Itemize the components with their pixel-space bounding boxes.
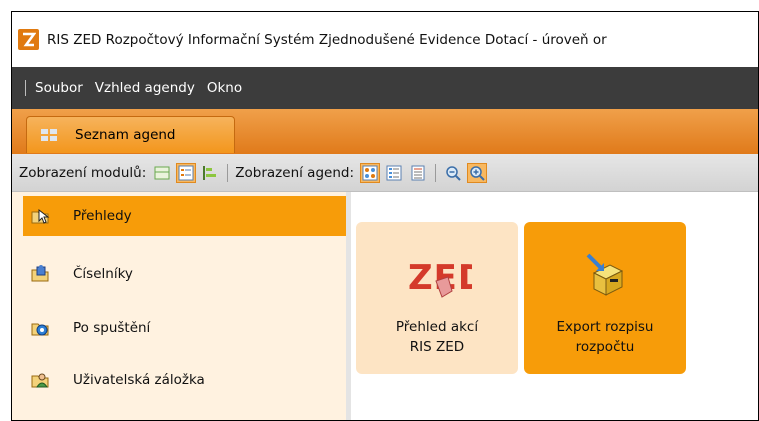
tab-strip: Seznam agend: [12, 109, 758, 154]
folder-gear-icon: [29, 317, 51, 339]
agendas-view-label: Zobrazení agend:: [235, 164, 354, 181]
sidebar-item-label: Přehledy: [73, 208, 132, 224]
menu-item-soubor[interactable]: Soubor: [35, 80, 83, 96]
single-view-icon[interactable]: [152, 163, 172, 183]
module-sidebar: Přehledy Číselníky Po spuštění Uživatels…: [12, 192, 346, 420]
folder-user-icon: [29, 369, 51, 391]
sidebar-item-uzivatelska-zalozka[interactable]: Uživatelská záložka: [23, 360, 346, 400]
list-view-icon[interactable]: [176, 162, 197, 183]
main-content: Přehledy Číselníky Po spuštění Uživatels…: [12, 192, 758, 420]
tile-label-line: Export rozpisu: [556, 319, 654, 335]
detail-list-icon[interactable]: [384, 163, 404, 183]
modules-view-label: Zobrazení modulů:: [19, 164, 147, 181]
zoom-out-icon[interactable]: [443, 163, 463, 183]
app-window: RIS ZED Rozpočtový Informační Systém Zje…: [11, 11, 759, 421]
menu-bar: Soubor Vzhled agendy Okno: [12, 67, 758, 109]
sidebar-item-po-spusteni[interactable]: Po spuštění: [23, 308, 346, 348]
large-icons-icon[interactable]: [360, 162, 380, 183]
sidebar-item-ciselniky[interactable]: Číselníky: [23, 254, 346, 294]
menu-separator: [25, 80, 26, 96]
sidebar-item-label: Po spuštění: [73, 320, 151, 336]
sidebar-item-label: Uživatelská záložka: [73, 372, 205, 388]
panel-splitter[interactable]: [346, 192, 351, 420]
toolbar-separator: [435, 163, 436, 182]
zed-logo-icon: ZED: [402, 246, 472, 306]
app-logo-icon: [18, 29, 39, 50]
tab-label: Seznam agend: [75, 127, 176, 143]
tile-label: Export rozpisu rozpočtu: [535, 317, 675, 357]
bar-view-icon[interactable]: [200, 163, 220, 183]
folder-puzzle-icon: [29, 263, 51, 285]
menu-item-vzhled-agendy[interactable]: Vzhled agendy: [95, 80, 195, 96]
window-title: RIS ZED Rozpočtový Informační Systém Zje…: [47, 31, 607, 48]
view-toolbar: Zobrazení modulů: Zobrazení agend:: [12, 154, 758, 192]
tile-export-rozpisu[interactable]: Export rozpisu rozpočtu: [524, 222, 686, 374]
small-list-icon[interactable]: [408, 163, 428, 183]
sidebar-item-label: Číselníky: [73, 266, 133, 282]
cursor-folder-icon: [29, 205, 51, 227]
sidebar-item-prehledy[interactable]: Přehledy: [23, 196, 346, 236]
toolbar-separator: [227, 163, 229, 182]
tile-label: Přehled akcí RIS ZED: [367, 317, 507, 357]
export-cabinet-icon: [580, 246, 630, 306]
tile-label-line: Přehled akcí: [395, 319, 479, 335]
menu-item-okno[interactable]: Okno: [207, 80, 242, 96]
tile-prehled-akci[interactable]: ZED Přehled akcí RIS ZED: [356, 222, 518, 374]
tab-seznam-agend[interactable]: Seznam agend: [26, 116, 235, 153]
tile-label-line: rozpočtu: [575, 339, 635, 355]
title-bar: RIS ZED Rozpočtový Informační Systém Zje…: [12, 12, 758, 67]
grid-icon: [41, 129, 57, 141]
zoom-in-icon[interactable]: [467, 162, 487, 183]
tile-label-line: RIS ZED: [409, 339, 465, 355]
